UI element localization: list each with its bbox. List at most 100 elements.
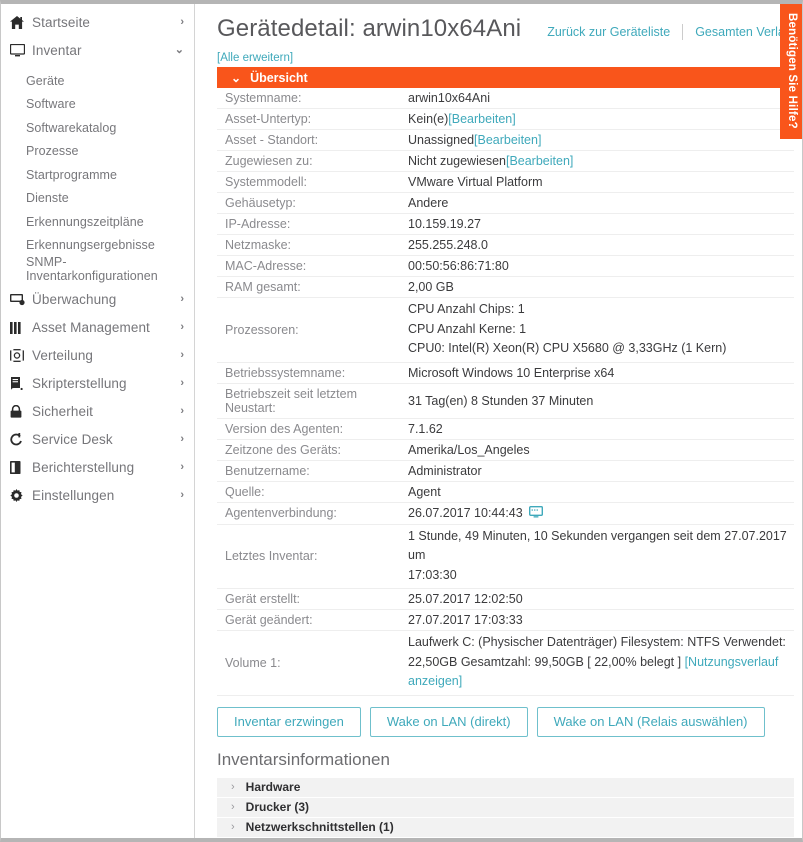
chevron-right-icon: › xyxy=(180,461,184,473)
row-value: VMware Virtual Platform xyxy=(408,175,543,189)
row-key: Benutzername: xyxy=(225,463,310,478)
sidebar-subitem-dienste[interactable]: Dienste xyxy=(1,187,194,211)
row-key: MAC-Adresse: xyxy=(225,259,307,273)
chevron-right-icon: › xyxy=(180,433,184,445)
table-row: Zugewiesen zu: Nicht zugewiesen [Bearbei… xyxy=(217,151,794,172)
row-value: 26.07.2017 10:44:43 xyxy=(408,503,794,524)
accordion-item-label: Drucker (3) xyxy=(245,800,310,814)
processor-line: CPU Anzahl Kerne: 1 xyxy=(408,321,527,336)
chevron-right-icon: › xyxy=(231,820,235,833)
edit-link[interactable]: [Bearbeiten] xyxy=(448,112,515,126)
page-header: Gerätedetail: arwin10x64Ani Zurück zur G… xyxy=(195,4,802,43)
accordion-item-agent[interactable]: › Agent xyxy=(217,837,794,838)
table-row: Gehäusetyp: Andere xyxy=(217,193,794,214)
row-key: Gehäusetyp: xyxy=(225,196,296,210)
row-key: Betriebszeit seit letztem Neustart: xyxy=(225,386,357,415)
expand-all-row: [Alle erweitern] xyxy=(195,43,802,67)
usage-history-link-cont[interactable]: anzeigen] xyxy=(408,674,462,688)
back-to-device-list-link[interactable]: Zurück zur Geräteliste xyxy=(535,25,682,39)
distribution-icon xyxy=(10,349,29,362)
overview-detail-table: Systemname: arwin10x64Ani Asset-Untertyp… xyxy=(217,88,794,696)
chevron-right-icon: › xyxy=(180,377,184,389)
page-title: Gerätedetail: arwin10x64Ani xyxy=(217,15,522,42)
row-value: 00:50:56:86:71:80 xyxy=(408,259,509,273)
volume-line: Laufwerk C: (Physischer Datenträger) Fil… xyxy=(408,635,786,649)
accordion-item-netzwerkschnittstellen[interactable]: › Netzwerkschnittstellen (1) xyxy=(217,817,794,838)
row-key: Gerät erstellt: xyxy=(225,592,301,606)
volume-usage-text: 22,50GB Gesamtzahl: 99,50GB [ 22,00% bel… xyxy=(408,654,685,669)
accordion-item-drucker[interactable]: › Drucker (3) xyxy=(217,797,794,818)
row-key: Asset-Untertyp: xyxy=(225,112,312,126)
sidebar-item-label: Inventar xyxy=(32,42,82,58)
wake-on-lan-direct-button[interactable]: Wake on LAN (direkt) xyxy=(369,706,528,737)
table-row-last-inventory: Letztes Inventar: 1 Stunde, 49 Minuten, … xyxy=(217,525,794,589)
row-value: Andere xyxy=(408,196,449,210)
row-key: IP-Adresse: xyxy=(225,217,291,231)
overview-section-header[interactable]: ⌄ Übersicht xyxy=(217,67,794,88)
row-value: arwin10x64Ani xyxy=(408,91,490,105)
row-value: 27.07.2017 17:03:33 xyxy=(408,613,523,627)
sidebar-subitem-erkennungszeitplaene[interactable]: Erkennungszeitpläne xyxy=(1,210,194,234)
sidebar-item-label: Skripterstellung xyxy=(32,376,127,391)
row-key: Letztes Inventar: xyxy=(225,549,318,564)
sidebar-subitem-software[interactable]: Software xyxy=(1,93,194,117)
gear-icon xyxy=(10,489,29,502)
sidebar-item-sicherheit[interactable]: Sicherheit › xyxy=(1,398,194,426)
table-row: Systemname: arwin10x64Ani xyxy=(217,88,794,109)
sidebar-item-einstellungen[interactable]: Einstellungen › xyxy=(1,482,194,510)
force-inventory-button[interactable]: Inventar erzwingen xyxy=(217,706,361,737)
expand-all-link[interactable]: [Alle erweitern] xyxy=(217,52,293,64)
sidebar-item-asset-management[interactable]: Asset Management › xyxy=(1,314,194,342)
chevron-right-icon: › xyxy=(180,293,184,305)
processor-line: CPU0: Intel(R) Xeon(R) CPU X5680 @ 3,33G… xyxy=(408,341,727,355)
table-row: Betriebssystemname: Microsoft Windows 10… xyxy=(217,363,794,384)
sidebar-subitem-geraete[interactable]: Geräte xyxy=(1,69,194,93)
row-value: Microsoft Windows 10 Enterprise x64 xyxy=(408,365,615,380)
edit-link[interactable]: [Bearbeiten] xyxy=(474,133,541,147)
chevron-right-icon: › xyxy=(180,405,184,417)
sidebar-subitem-erkennungsergebnisse[interactable]: Erkennungsergebnisse xyxy=(1,234,194,258)
lifering-icon xyxy=(10,433,29,446)
row-value: Administrator xyxy=(408,463,482,478)
sidebar-subitem-prozesse[interactable]: Prozesse xyxy=(1,140,194,164)
chevron-right-icon: › xyxy=(231,780,235,793)
sidebar-item-berichterstellung[interactable]: Berichterstellung › xyxy=(1,454,194,482)
accordion-item-label: Netzwerkschnittstellen (1) xyxy=(245,820,394,834)
sidebar-item-startseite[interactable]: Startseite › xyxy=(1,8,194,36)
table-row: Gerät geändert: 27.07.2017 17:03:33 xyxy=(217,610,794,631)
chevron-right-icon: › xyxy=(180,15,184,28)
sidebar-item-verteilung[interactable]: Verteilung › xyxy=(1,342,194,370)
sidebar-subitem-startprogramme[interactable]: Startprogramme xyxy=(1,163,194,187)
sidebar-item-inventar[interactable]: Inventar ⌄ xyxy=(1,36,194,64)
sidebar-item-label: Einstellungen xyxy=(32,488,115,503)
row-value: Unassigned [Bearbeiten] xyxy=(408,130,794,150)
volume-line: 22,50GB Gesamtzahl: 99,50GB [ 22,00% bel… xyxy=(408,653,790,673)
row-value: Laufwerk C: (Physischer Datenträger) Fil… xyxy=(408,631,794,695)
chevron-right-icon: › xyxy=(180,349,184,361)
chevron-down-icon: ⌄ xyxy=(174,43,184,56)
table-row: Betriebszeit seit letztem Neustart: 31 T… xyxy=(217,384,794,419)
table-row: Asset - Standort: Unassigned [Bearbeiten… xyxy=(217,130,794,151)
row-value: Kein(e) [Bearbeiten] xyxy=(408,109,794,129)
sidebar-item-skripterstellung[interactable]: Skripterstellung › xyxy=(1,370,194,398)
wake-on-lan-relay-button[interactable]: Wake on LAN (Relais auswählen) xyxy=(536,706,765,737)
row-key: Systemname: xyxy=(225,91,302,105)
usage-history-link[interactable]: [Nutzungsverlauf xyxy=(685,655,779,669)
table-row: Asset-Untertyp: Kein(e) [Bearbeiten] xyxy=(217,109,794,130)
sidebar-item-service-desk[interactable]: Service Desk › xyxy=(1,426,194,454)
sidebar-item-ueberwachung[interactable]: Überwachung › xyxy=(1,286,194,314)
row-value: Amerika/Los_Angeles xyxy=(408,442,530,457)
sidebar-subitem-snmp-inventarkonfigurationen[interactable]: SNMP-Inventarkonfigurationen xyxy=(1,255,194,283)
inventory-info-accordion: › Hardware › Drucker (3) › Netzwerkschni… xyxy=(217,777,794,838)
sidebar-subitem-softwarekatalog[interactable]: Softwarekatalog xyxy=(1,116,194,140)
table-row: Zeitzone des Geräts: Amerika/Los_Angeles xyxy=(217,440,794,461)
accordion-item-hardware[interactable]: › Hardware xyxy=(217,777,794,798)
need-help-tab[interactable]: Benötigen Sie Hilfe? xyxy=(780,4,802,139)
row-value-text: Kein(e) xyxy=(408,112,449,126)
screen-alert-icon xyxy=(10,293,29,306)
row-value: Agent xyxy=(408,484,441,499)
remote-control-icon[interactable] xyxy=(528,505,543,521)
volume-line: anzeigen] xyxy=(408,672,790,692)
sidebar-item-label: Verteilung xyxy=(32,348,94,363)
edit-link[interactable]: [Bearbeiten] xyxy=(506,154,573,168)
